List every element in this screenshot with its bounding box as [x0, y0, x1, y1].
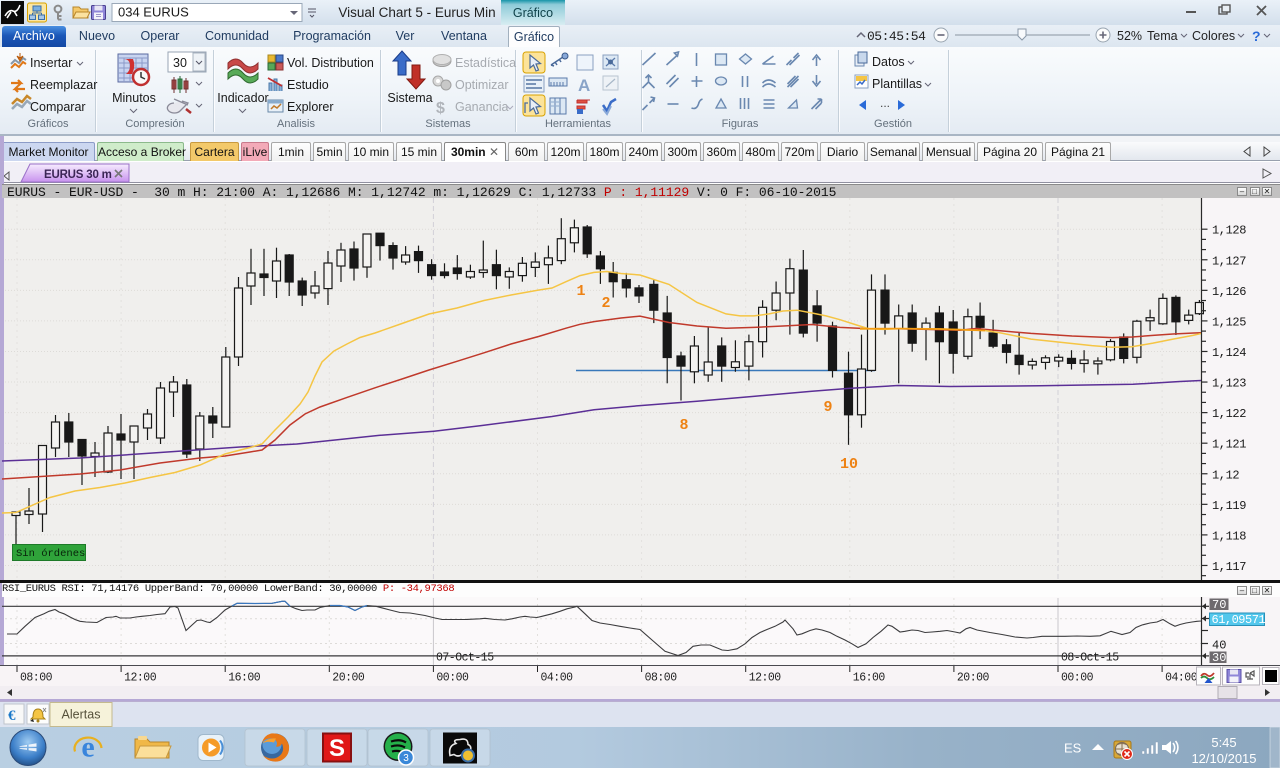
- svg-text:30: 30: [173, 56, 187, 70]
- svg-text:20:00: 20:00: [957, 672, 990, 685]
- svg-text:...: ...: [880, 96, 890, 110]
- svg-text:Explorer: Explorer: [287, 100, 334, 114]
- svg-text:Ganancia: Ganancia: [455, 100, 509, 114]
- svg-text:A: A: [578, 76, 590, 95]
- svg-text:1,12: 1,12: [1212, 468, 1239, 482]
- svg-text:1,125: 1,125: [1212, 315, 1246, 329]
- svg-text:1,122: 1,122: [1212, 407, 1246, 421]
- svg-text:08:00: 08:00: [20, 672, 53, 685]
- svg-text:e: e: [81, 731, 94, 764]
- svg-text:Gráfico: Gráfico: [513, 6, 553, 20]
- svg-text:00:00: 00:00: [1061, 672, 1094, 685]
- svg-text:10: 10: [840, 456, 858, 473]
- svg-text:Alertas: Alertas: [62, 708, 101, 722]
- svg-text:Indicador: Indicador: [217, 91, 268, 105]
- svg-text:Minutos: Minutos: [112, 91, 156, 105]
- svg-text:70: 70: [1212, 598, 1226, 612]
- svg-text:16:00: 16:00: [853, 672, 886, 685]
- svg-text:Plantillas: Plantillas: [872, 77, 922, 91]
- svg-text:1,127: 1,127: [1212, 254, 1246, 268]
- svg-text:1,123: 1,123: [1212, 377, 1246, 391]
- svg-text:12/10/2015: 12/10/2015: [1191, 751, 1256, 766]
- svg-text:$: $: [436, 100, 445, 117]
- svg-text:1,126: 1,126: [1212, 285, 1246, 299]
- svg-text:2: 2: [601, 295, 610, 312]
- svg-text:Visual Chart 5 - Eurus Min: Visual Chart 5 - Eurus Min: [338, 5, 495, 20]
- svg-text:00:00: 00:00: [436, 672, 469, 685]
- svg-text:EURUS 30 m: EURUS 30 m: [44, 169, 112, 181]
- svg-text:1,118: 1,118: [1212, 529, 1246, 543]
- svg-text:Vol. Distribution: Vol. Distribution: [287, 56, 374, 70]
- svg-text:20:00: 20:00: [332, 672, 365, 685]
- svg-text:12:00: 12:00: [749, 672, 782, 685]
- svg-text:8: 8: [679, 417, 688, 434]
- svg-text:Sin órdenes: Sin órdenes: [16, 548, 85, 560]
- svg-text:08:00: 08:00: [645, 672, 678, 685]
- svg-text:1: 1: [576, 283, 585, 300]
- svg-text:?: ?: [1252, 28, 1261, 44]
- svg-text:1,119: 1,119: [1212, 499, 1246, 513]
- svg-text:S: S: [329, 735, 345, 762]
- svg-text:1,124: 1,124: [1212, 346, 1246, 360]
- svg-text:Comparar: Comparar: [30, 100, 86, 114]
- svg-text:05:45:54: 05:45:54: [867, 29, 926, 44]
- svg-text:Reemplazar: Reemplazar: [30, 78, 97, 92]
- svg-text:Estudio: Estudio: [287, 78, 329, 92]
- svg-text:04:00: 04:00: [541, 672, 574, 685]
- svg-text:Colores: Colores: [1192, 29, 1235, 43]
- svg-text:07-Oct-15: 07-Oct-15: [436, 652, 494, 665]
- svg-text:16:00: 16:00: [228, 672, 261, 685]
- svg-text:08-Oct-15: 08-Oct-15: [1061, 652, 1119, 665]
- svg-text:1,117: 1,117: [1212, 560, 1246, 574]
- svg-text:12:00: 12:00: [124, 672, 157, 685]
- svg-text:ES: ES: [1064, 741, 1082, 756]
- svg-text:€: €: [8, 708, 16, 724]
- svg-text:30: 30: [1212, 651, 1226, 665]
- svg-text:Datos: Datos: [872, 55, 905, 69]
- svg-text:5:45: 5:45: [1211, 735, 1236, 750]
- svg-text:Estadística: Estadística: [455, 56, 516, 70]
- svg-text:61,09571: 61,09571: [1212, 613, 1266, 627]
- svg-text:034 EURUS: 034 EURUS: [118, 5, 189, 20]
- svg-text:04:00: 04:00: [1165, 672, 1198, 685]
- svg-text:9: 9: [823, 399, 832, 416]
- svg-text:1,128: 1,128: [1212, 224, 1246, 238]
- svg-text:Sistema: Sistema: [387, 91, 432, 105]
- svg-text:Tema: Tema: [1147, 29, 1178, 43]
- svg-text:1,121: 1,121: [1212, 438, 1246, 452]
- svg-text:Optimizar: Optimizar: [455, 78, 508, 92]
- svg-text:Insertar: Insertar: [30, 56, 72, 70]
- svg-text:3: 3: [403, 753, 409, 764]
- svg-text:52%: 52%: [1117, 29, 1142, 43]
